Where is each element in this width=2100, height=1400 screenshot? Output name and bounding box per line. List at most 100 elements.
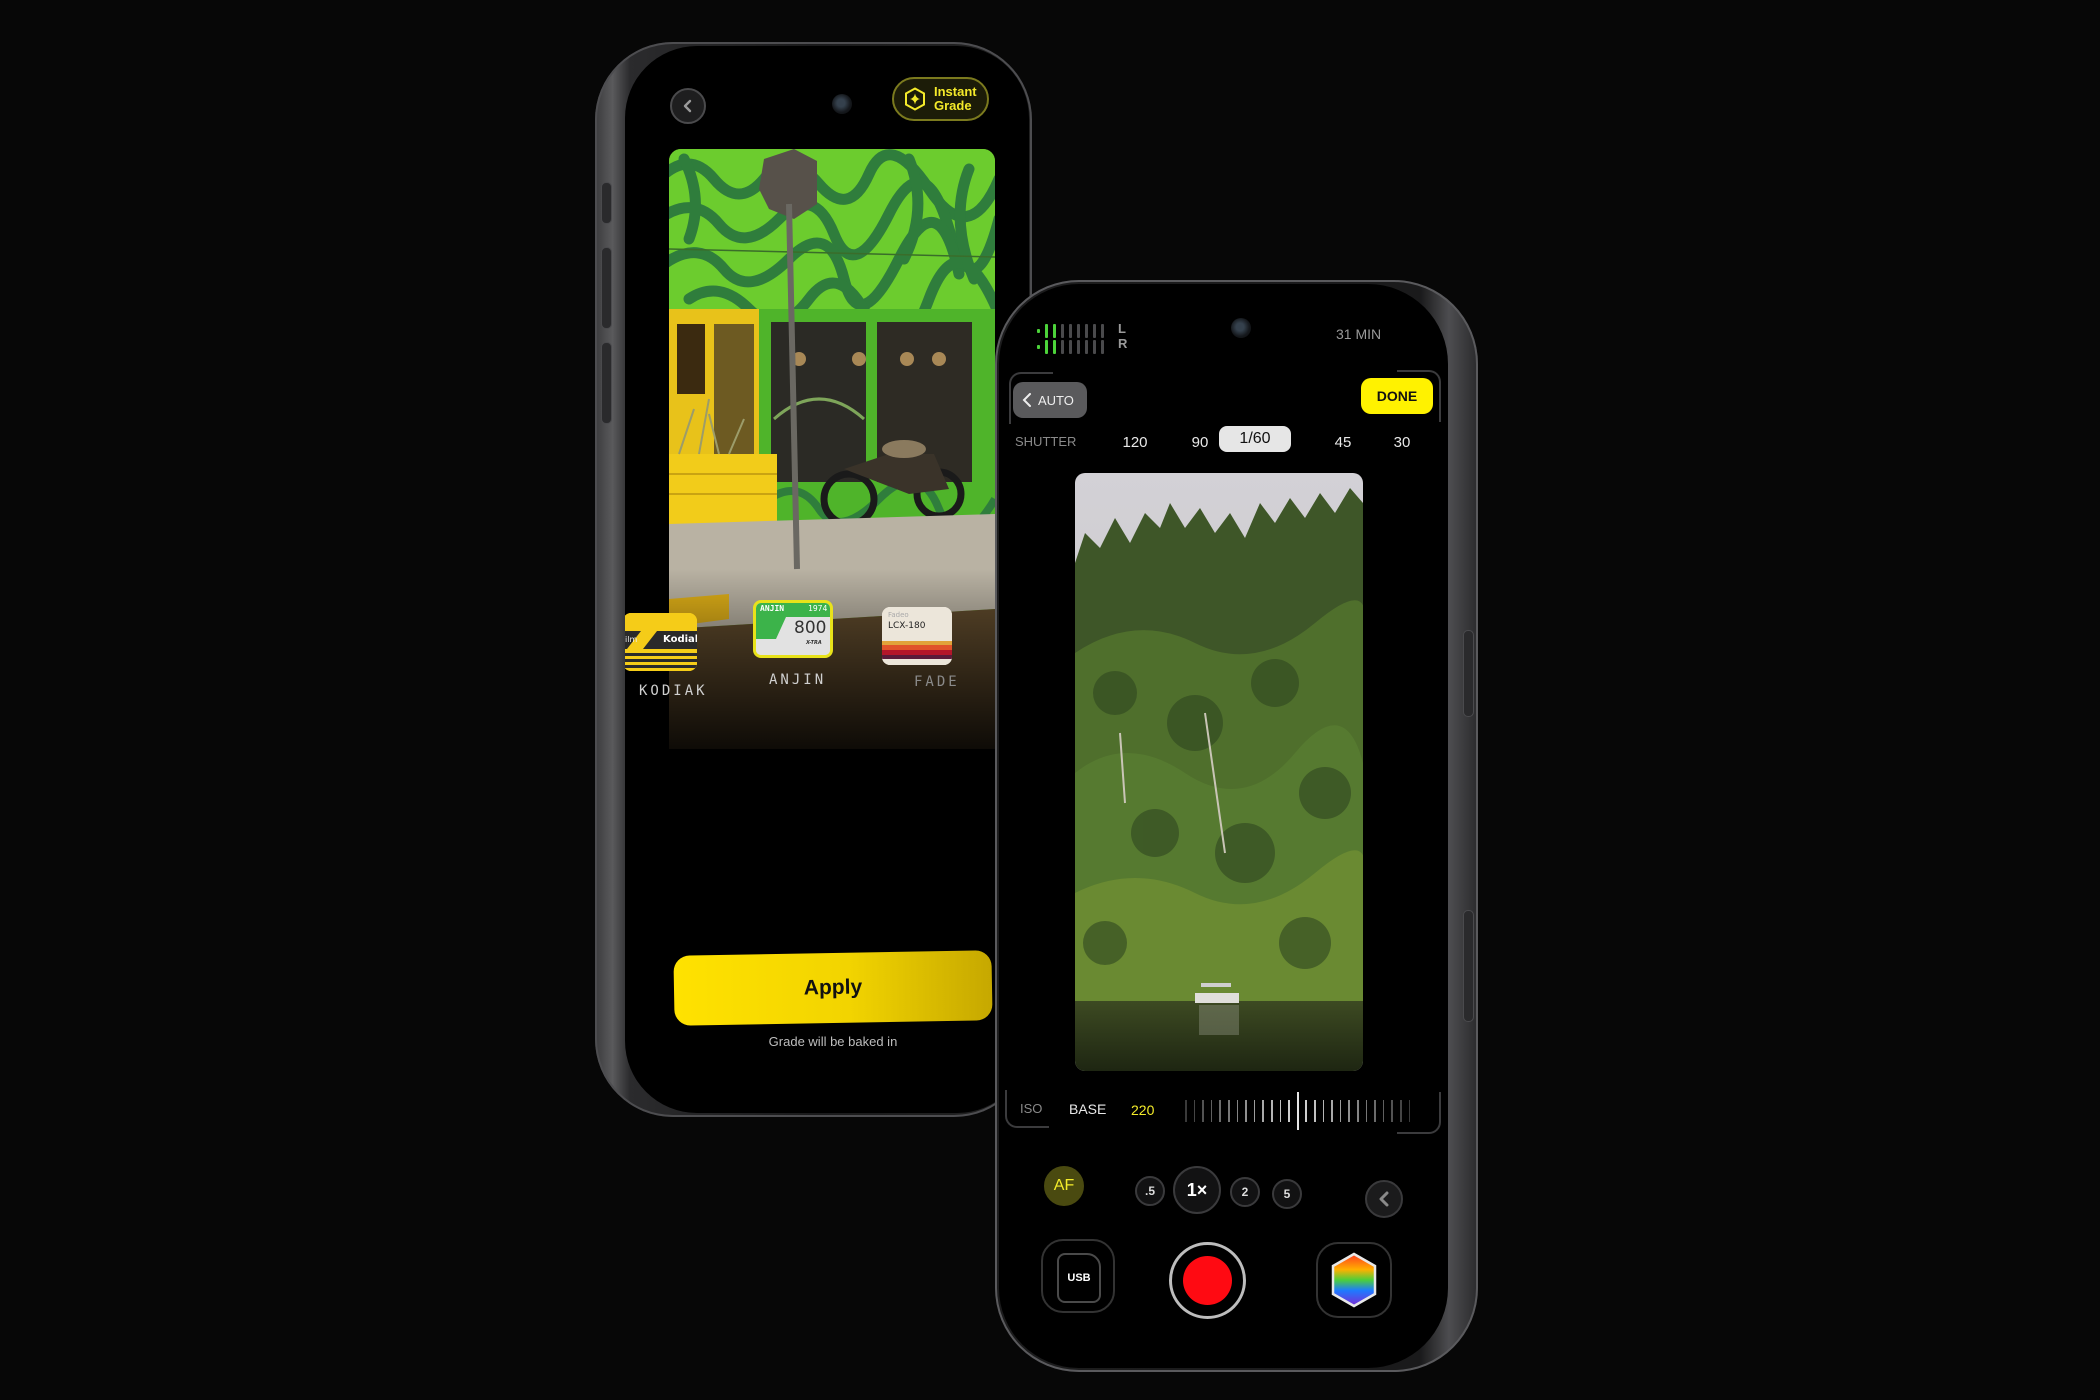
done-button[interactable]: DONE [1361,378,1433,414]
recording-time-remaining: 31 MIN [1336,326,1382,342]
zoom-1x-button[interactable]: 1× [1173,1166,1221,1214]
shutter-option[interactable]: 45 [1335,434,1352,451]
zoom-2x-button[interactable]: 2 [1230,1177,1260,1207]
forest-lake-photo [1075,473,1363,1071]
iso-dial-tick [1348,1100,1350,1122]
shutter-label: SHUTTER [1015,434,1077,449]
audio-meter-bar [1101,324,1104,338]
iso-dial-tick [1314,1100,1316,1122]
audio-meter-bar [1069,340,1072,354]
rainbow-hexagon-icon [1331,1252,1377,1308]
iso-dial-tick [1391,1100,1393,1122]
shutter-option[interactable]: 90 [1192,434,1209,451]
record-button[interactable] [1169,1242,1246,1319]
iso-dial-slider[interactable] [1185,1092,1415,1132]
film-card-anjin[interactable]: ANJIN 1974 800 X-TRA [753,600,833,658]
kodiak-card-prefix: ilm [625,635,638,644]
side-button-upper [1463,630,1474,717]
iso-mode: BASE [1069,1101,1107,1117]
fade-card-model: LCX-180 [888,621,926,631]
iso-dial-tick [1193,1100,1196,1122]
iso-dial-tick [1185,1100,1187,1122]
volume-up-button [601,247,612,329]
storage-label: USB [1067,1272,1091,1284]
iso-dial-indicator [1296,1092,1299,1130]
audio-meter-bar [1069,324,1072,338]
audio-channel-right: R [1118,336,1128,351]
iso-dial-tick [1202,1100,1204,1122]
iso-dial-tick [1236,1100,1239,1122]
collapse-controls-button[interactable] [1365,1180,1403,1218]
iso-dial-tick [1210,1100,1213,1122]
audio-channel-left: L [1118,321,1126,336]
iso-dial-tick [1365,1100,1368,1122]
film-card-fade[interactable]: Fadeo LCX-180 [882,607,952,665]
audio-meter-bar [1077,324,1080,338]
film-card-kodiak[interactable]: ilm Kodiak [625,613,697,671]
audio-meter-bar [1053,340,1056,354]
iso-dial-tick [1271,1100,1273,1122]
audio-meter-bar [1093,340,1096,354]
iso-dial-tick [1228,1100,1230,1122]
chevron-left-icon [1022,393,1031,407]
front-camera [832,94,852,114]
iso-dial-tick [1339,1100,1342,1122]
instant-grade-label-1: Instant [934,84,977,99]
iso-dial-tick [1374,1100,1376,1122]
audio-meter-bar [1045,324,1048,338]
film-name-anjin: ANJIN [769,672,827,688]
iso-dial-tick [1245,1100,1247,1122]
audio-meter-bar [1045,340,1048,354]
audio-meter-bar [1037,329,1040,333]
color-grade-button[interactable] [1316,1242,1392,1318]
iso-dial-tick [1331,1100,1333,1122]
phone-screen: Instant Grade ilm Kodia KODIAK ANJIN 197… [625,46,1029,1113]
audio-meter-bar [1053,324,1056,338]
sd-card-icon: USB [1057,1253,1101,1303]
anjin-card-year: 1974 [808,604,828,613]
storage-button[interactable]: USB [1041,1239,1115,1313]
apply-caption: Grade will be baked in [768,1034,898,1049]
anjin-card-brand: ANJIN [760,604,785,613]
side-button-lower [1463,910,1474,1022]
phone-film-grade: Instant Grade ilm Kodia KODIAK ANJIN 197… [595,42,1032,1117]
auto-label: AUTO [1038,392,1074,408]
audio-meter-bar [1093,324,1096,338]
iso-dial-tick [1408,1100,1411,1122]
action-button [601,182,612,224]
shutter-option[interactable]: 30 [1394,434,1411,451]
volume-down-button [601,342,612,424]
zoom-5x-button[interactable]: 5 [1272,1179,1302,1209]
shutter-option-selected[interactable]: 1/60 [1219,426,1291,452]
film-name-kodiak: KODIAK [639,683,708,699]
audio-meter-bar [1061,340,1064,354]
phone-camera: L R 31 MIN AUTO DONE SHUTTER 120 90 1/60… [995,280,1478,1372]
apply-button[interactable]: Apply [673,950,993,1026]
phone-screen: L R 31 MIN AUTO DONE SHUTTER 120 90 1/60… [999,284,1448,1368]
auto-button[interactable]: AUTO [1013,382,1087,418]
audio-meter-bar [1085,340,1088,354]
iso-dial-tick [1322,1100,1325,1122]
iso-dial-tick [1262,1100,1264,1122]
sparkle-hexagon-icon [905,87,925,111]
record-dot-icon [1183,1256,1232,1305]
iso-label: ISO [1020,1101,1043,1116]
audio-meter-bar [1037,345,1040,349]
autofocus-button[interactable]: AF [1044,1166,1084,1206]
audio-meter-bar [1077,340,1080,354]
back-button[interactable] [670,88,706,124]
audio-meter-bar [1085,324,1088,338]
iso-dial-tick [1288,1100,1290,1122]
zoom-0.5x-button[interactable]: .5 [1135,1176,1165,1206]
front-camera [1231,318,1251,338]
chevron-left-icon [1379,1191,1389,1207]
iso-dial-tick [1253,1100,1256,1122]
instant-grade-button[interactable]: Instant Grade [892,77,989,121]
iso-dial-tick [1382,1100,1385,1122]
viewfinder-preview [1075,473,1363,1071]
shutter-option[interactable]: 120 [1122,434,1147,451]
anjin-card-iso: 800 [794,618,827,638]
iso-dial-tick [1305,1100,1307,1122]
iso-dial-tick [1400,1100,1402,1122]
iso-dial-tick [1219,1100,1221,1122]
